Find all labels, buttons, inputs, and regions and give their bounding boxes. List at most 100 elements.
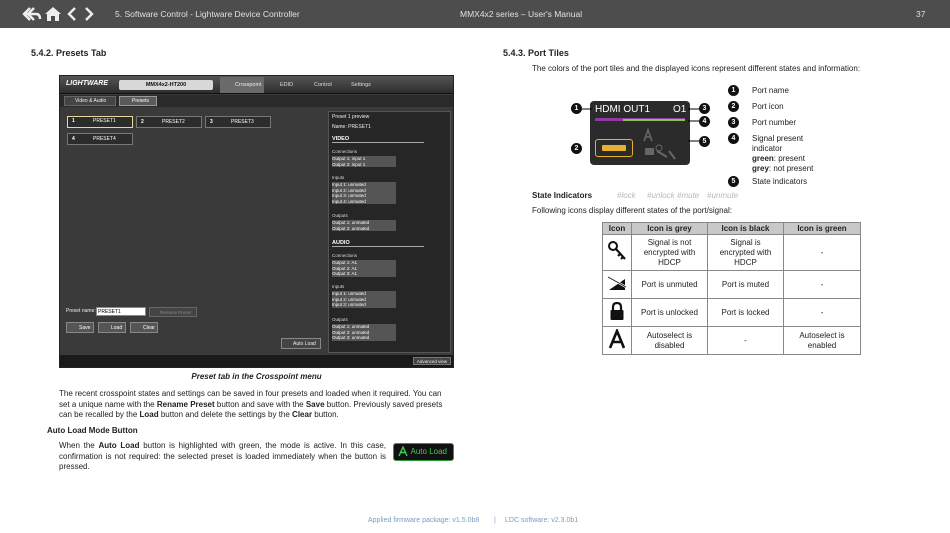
audio-connections-label: Connections — [332, 253, 358, 258]
preset-tile-4[interactable]: 4 PRESET4 — [67, 133, 133, 145]
callout-1: 1 — [571, 103, 582, 114]
table-row: Port is unmuted Port is muted - — [602, 270, 861, 299]
legend-number-5: 5 — [728, 176, 739, 187]
text-run: button and delete the settings by the — [158, 410, 293, 419]
callout-lines-right — [688, 108, 699, 142]
preset-name-input[interactable]: PRESET1 — [96, 307, 146, 316]
column-header: Icon — [602, 222, 632, 235]
table-cell: Port is muted — [707, 270, 784, 299]
autoselect-icon — [608, 327, 626, 349]
callout-2: 2 — [571, 143, 582, 154]
callout-4: 4 — [699, 116, 710, 127]
preset-name: PRESET3 — [231, 119, 254, 125]
legend-green-note: green: present — [752, 154, 805, 163]
rename-preset-button[interactable]: Rename Preset — [149, 307, 197, 317]
legend-number-2: 2 — [728, 101, 739, 112]
load-button[interactable]: Load — [98, 322, 126, 333]
table-cell: - — [783, 298, 861, 327]
home-icon[interactable] — [44, 5, 62, 23]
callout-lines-left — [582, 108, 592, 110]
tab-presets[interactable]: Presets — [119, 96, 157, 106]
menu-edid[interactable]: EDID — [265, 77, 302, 93]
tag-lock[interactable]: #lock — [617, 191, 636, 200]
legend-port-icon: Port icon — [752, 102, 784, 111]
list-item: Output 3: A1 — [332, 271, 358, 276]
legend-number-4: 4 — [728, 133, 739, 144]
footer-separator: | — [494, 517, 496, 524]
presets-screenshot: LIGHTWARE MMX4x2-HT200 Crosspoint EDID C… — [59, 75, 454, 368]
preset-tile-2[interactable]: 2 PRESET2 — [136, 116, 202, 128]
preset-name: PRESET4 — [93, 136, 116, 142]
clear-button[interactable]: Clear — [130, 322, 158, 333]
legend-state-indicators: State indicators — [752, 177, 808, 186]
callout-3: 3 — [699, 103, 710, 114]
presets-tab-heading: 5.4.2. Presets Tab — [31, 48, 107, 58]
back-history-icon[interactable] — [22, 5, 42, 23]
audio-inputs-label: Inputs — [332, 284, 345, 289]
table-cell — [602, 270, 632, 299]
port-tiles-intro: The colors of the port tiles and the dis… — [532, 64, 861, 73]
list-item: Output 3: unmuted — [332, 335, 370, 340]
list-item: Input 3: unmuted — [332, 302, 366, 307]
tag-mute[interactable]: #mute — [677, 191, 699, 200]
menu-settings[interactable]: Settings — [336, 77, 376, 93]
text-run: grey — [752, 164, 769, 173]
menu-control[interactable]: Control — [299, 77, 336, 93]
table-cell: - — [783, 270, 861, 299]
key-icon — [608, 241, 626, 260]
audio-connections-list: Output 1: A1 Output 2: A1 Output 3: A1 — [332, 260, 396, 277]
preset-number: 3 — [210, 119, 213, 125]
video-connections-list: Output 1: input 1 Output 2: input 1 — [332, 156, 396, 167]
legend-grey-note: grey: not present — [752, 164, 813, 173]
port-number: O1 — [673, 104, 687, 115]
audio-outputs-label: Outputs — [332, 317, 348, 322]
auto-load-button-screenshot[interactable]: Auto Load — [281, 338, 321, 349]
state-indicators-label: State Indicators — [532, 191, 593, 200]
page-number: 37 — [916, 9, 926, 19]
legend-signal-present: Signal present indicator — [752, 134, 804, 153]
preset-tile-1[interactable]: 1 PRESET1 — [67, 116, 133, 128]
video-connections-label: Connections — [332, 149, 358, 154]
menu-crosspoint[interactable]: Crosspoint — [220, 77, 264, 93]
port-name: HDMI OUT1 — [595, 104, 650, 115]
table-row: Autoselect is disabled - Autoselect is e… — [602, 326, 861, 355]
list-item: Output 2: unmuted — [332, 225, 370, 231]
figure-caption: Preset tab in the Crosspoint menu — [191, 372, 322, 381]
chevron-left-icon[interactable] — [66, 5, 78, 23]
advanced-view-button[interactable]: Advanced view — [413, 357, 451, 365]
text-run: Rename Preset — [156, 399, 215, 409]
callout-5: 5 — [699, 136, 710, 147]
sub-tab-bar: Video & Audio Presets — [60, 95, 453, 107]
text-run: button and save with the — [214, 399, 306, 409]
following-text: Following icons display different states… — [532, 206, 732, 215]
document-title: MMX4x2 series – User's Manual — [460, 9, 583, 19]
text-run: : not present — [768, 164, 814, 173]
video-label: VIDEO — [332, 136, 424, 143]
tab-video-audio[interactable]: Video & Audio — [64, 96, 116, 106]
tag-unmute[interactable]: #unmute — [707, 191, 738, 200]
legend-number-1: 1 — [728, 85, 739, 96]
video-inputs-list: Input 1: unmuted Input 2: unmuted Input … — [332, 182, 396, 204]
audio-outputs-list: Output 1: unmuted Output 2: unmuted Outp… — [332, 324, 396, 341]
legend-port-name: Port name — [752, 86, 789, 95]
preset-name-label: Preset name: — [66, 308, 96, 314]
table-cell — [602, 326, 632, 355]
column-header: Icon is grey — [631, 222, 708, 235]
table-row: Port is unlocked Port is locked - — [602, 298, 861, 327]
audio-inputs-list: Input 1: unmuted Input 2: unmuted Input … — [332, 291, 396, 308]
save-button[interactable]: Save — [66, 322, 94, 333]
table-row: Signal is not encrypted with HDCP Signal… — [602, 234, 861, 271]
auto-load-heading: Auto Load Mode Button — [47, 426, 138, 435]
preset-tile-3[interactable]: 3 PRESET3 — [205, 116, 271, 128]
chevron-right-icon[interactable] — [83, 5, 95, 23]
legend-port-number: Port number — [752, 118, 797, 127]
preview-title: Preset 1 preview — [332, 114, 370, 120]
text-run: : present — [773, 154, 805, 163]
mute-icon — [607, 276, 627, 290]
table-cell: Autoselect is enabled — [783, 326, 861, 355]
table-cell: - — [783, 234, 861, 271]
video-inputs-label: Inputs — [332, 175, 345, 180]
tag-unlock[interactable]: #unlock — [647, 191, 675, 200]
port-tiles-heading: 5.4.3. Port Tiles — [503, 48, 569, 58]
table-header-row: Icon Icon is grey Icon is black Icon is … — [602, 222, 861, 235]
